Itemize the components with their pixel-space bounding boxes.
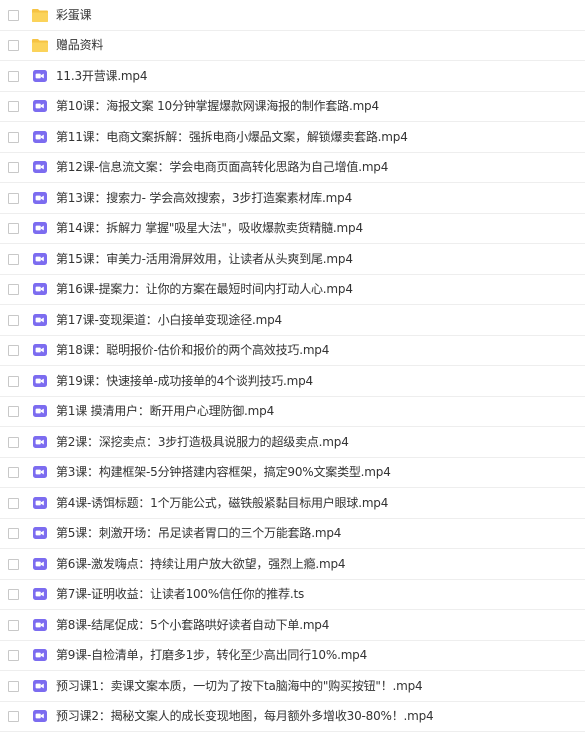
file-row[interactable]: 第16课-提案力：让你的方案在最短时间内打动人心.mp4 [0, 275, 585, 305]
file-row[interactable]: 11.3开营课.mp4 [0, 61, 585, 92]
row-checkbox[interactable] [8, 406, 19, 418]
file-row[interactable]: 预习课2：揭秘文案人的成长变现地图，每月额外多增收30-80%！.mp4 [0, 702, 585, 732]
file-row[interactable]: 第10课：海报文案 10分钟掌握爆款网课海报的制作套路.mp4 [0, 92, 585, 122]
file-row[interactable]: 第13课：搜索力- 学会高效搜索，3步打造案素材库.mp4 [0, 183, 585, 214]
video-file-icon [31, 68, 49, 84]
file-row[interactable]: 第9课-自检清单，打磨多1步，转化至少高出同行10%.mp4 [0, 641, 585, 671]
row-checkbox[interactable] [8, 589, 19, 601]
video-file-icon [31, 678, 49, 694]
file-name[interactable]: 赠品资料 [56, 37, 103, 53]
video-file-icon [31, 586, 49, 602]
file-name[interactable]: 第2课：深挖卖点：3步打造极具说服力的超级卖点.mp4 [56, 434, 349, 450]
file-name[interactable]: 第15课：审美力-活用滑屏效用，让读者从头爽到尾.mp4 [56, 251, 353, 267]
file-row[interactable]: 第3课：构建框架-5分钟搭建内容框架，搞定90%文案类型.mp4 [0, 458, 585, 488]
file-name[interactable]: 第3课：构建框架-5分钟搭建内容框架，搞定90%文案类型.mp4 [56, 464, 391, 480]
video-file-icon [31, 159, 49, 175]
video-file-icon [31, 129, 49, 145]
file-row[interactable]: 第4课-诱饵标题：1个万能公式，磁铁般紧黏目标用户眼球.mp4 [0, 488, 585, 519]
video-file-icon [31, 98, 49, 114]
file-name[interactable]: 第18课：聪明报价-估价和报价的两个高效技巧.mp4 [56, 342, 329, 358]
file-row[interactable]: 预习课1：卖课文案本质，一切为了按下ta脑海中的"购买按钮"！.mp4 [0, 671, 585, 702]
file-name[interactable]: 第16课-提案力：让你的方案在最短时间内打动人心.mp4 [56, 281, 353, 297]
row-checkbox[interactable] [8, 497, 19, 509]
file-name[interactable]: 第9课-自检清单，打磨多1步，转化至少高出同行10%.mp4 [56, 647, 367, 663]
file-name[interactable]: 11.3开营课.mp4 [56, 68, 147, 84]
video-file-icon [31, 312, 49, 328]
file-name[interactable]: 第12课-信息流文案：学会电商页面高转化思路为自己增值.mp4 [56, 159, 388, 175]
video-file-icon [31, 434, 49, 450]
file-row[interactable]: 第17课-变现渠道：小白接单变现途径.mp4 [0, 305, 585, 336]
video-file-icon [31, 556, 49, 572]
file-name[interactable]: 第8课-结尾促成：5个小套路哄好读者自动下单.mp4 [56, 617, 329, 633]
row-checkbox[interactable] [8, 131, 19, 143]
file-name[interactable]: 第1课 摸清用户：断开用户心理防御.mp4 [56, 403, 274, 419]
file-name[interactable]: 第10课：海报文案 10分钟掌握爆款网课海报的制作套路.mp4 [56, 98, 379, 114]
file-name[interactable]: 预习课2：揭秘文案人的成长变现地图，每月额外多增收30-80%！.mp4 [56, 708, 434, 724]
file-row[interactable]: 第6课-激发嗨点：持续让用户放大欲望，强烈上瘾.mp4 [0, 549, 585, 580]
video-file-icon [31, 464, 49, 480]
video-file-icon [31, 647, 49, 663]
file-name[interactable]: 第19课：快速接单-成功接单的4个谈判技巧.mp4 [56, 373, 313, 389]
file-name[interactable]: 预习课1：卖课文案本质，一切为了按下ta脑海中的"购买按钮"！.mp4 [56, 678, 423, 694]
file-row[interactable]: 第15课：审美力-活用滑屏效用，让读者从头爽到尾.mp4 [0, 244, 585, 275]
row-checkbox[interactable] [8, 375, 19, 387]
video-file-icon [31, 281, 49, 297]
row-checkbox[interactable] [8, 101, 19, 113]
row-checkbox[interactable] [8, 528, 19, 540]
video-file-icon [31, 342, 49, 358]
video-file-icon [31, 708, 49, 724]
row-checkbox[interactable] [8, 192, 19, 204]
video-file-icon [31, 220, 49, 236]
row-checkbox[interactable] [8, 162, 19, 174]
row-checkbox[interactable] [8, 436, 19, 448]
file-name[interactable]: 第13课：搜索力- 学会高效搜索，3步打造案素材库.mp4 [56, 190, 352, 206]
file-row[interactable]: 第18课：聪明报价-估价和报价的两个高效技巧.mp4 [0, 336, 585, 366]
row-checkbox[interactable] [8, 70, 19, 82]
file-row[interactable]: 第14课：拆解力 掌握"吸星大法"，吸收爆款卖货精髓.mp4 [0, 214, 585, 244]
file-row[interactable]: 第1课 摸清用户：断开用户心理防御.mp4 [0, 397, 585, 427]
file-row[interactable]: 第5课：刺激开场：吊足读者胃口的三个万能套路.mp4 [0, 519, 585, 549]
file-row[interactable]: 第11课：电商文案拆解：强拆电商小爆品文案，解锁爆卖套路.mp4 [0, 122, 585, 153]
file-row[interactable]: 第7课-证明收益：让读者100%信任你的推荐.ts [0, 580, 585, 610]
video-file-icon [31, 373, 49, 389]
row-checkbox[interactable] [8, 467, 19, 479]
row-checkbox[interactable] [8, 223, 19, 235]
row-checkbox[interactable] [8, 650, 19, 662]
row-checkbox[interactable] [8, 9, 19, 21]
file-row[interactable]: 第19课：快速接单-成功接单的4个谈判技巧.mp4 [0, 366, 585, 397]
file-name[interactable]: 第14课：拆解力 掌握"吸星大法"，吸收爆款卖货精髓.mp4 [56, 220, 363, 236]
row-checkbox[interactable] [8, 253, 19, 265]
row-checkbox[interactable] [8, 558, 19, 570]
folder-row[interactable]: 彩蛋课 [0, 0, 585, 31]
file-name[interactable]: 第17课-变现渠道：小白接单变现途径.mp4 [56, 312, 282, 328]
file-name[interactable]: 第5课：刺激开场：吊足读者胃口的三个万能套路.mp4 [56, 525, 341, 541]
file-list: 彩蛋课赠品资料 11.3开营课.mp4 第10课：海报文案 10分钟掌握爆款网课海报… [0, 0, 585, 732]
row-checkbox[interactable] [8, 711, 19, 723]
folder-icon [31, 7, 49, 23]
video-file-icon [31, 617, 49, 633]
video-file-icon [31, 190, 49, 206]
file-name[interactable]: 彩蛋课 [56, 7, 92, 23]
file-name[interactable]: 第11课：电商文案拆解：强拆电商小爆品文案，解锁爆卖套路.mp4 [56, 129, 408, 145]
file-name[interactable]: 第6课-激发嗨点：持续让用户放大欲望，强烈上瘾.mp4 [56, 556, 346, 572]
row-checkbox[interactable] [8, 680, 19, 692]
row-checkbox[interactable] [8, 284, 19, 296]
folder-icon [31, 37, 49, 53]
video-file-icon [31, 251, 49, 267]
video-file-icon [31, 495, 49, 511]
video-file-icon [31, 525, 49, 541]
file-row[interactable]: 第8课-结尾促成：5个小套路哄好读者自动下单.mp4 [0, 610, 585, 641]
video-file-icon [31, 403, 49, 419]
file-name[interactable]: 第7课-证明收益：让读者100%信任你的推荐.ts [56, 586, 304, 602]
file-row[interactable]: 第2课：深挖卖点：3步打造极具说服力的超级卖点.mp4 [0, 427, 585, 458]
file-row[interactable]: 第12课-信息流文案：学会电商页面高转化思路为自己增值.mp4 [0, 153, 585, 183]
row-checkbox[interactable] [8, 345, 19, 357]
folder-row[interactable]: 赠品资料 [0, 31, 585, 61]
file-name[interactable]: 第4课-诱饵标题：1个万能公式，磁铁般紧黏目标用户眼球.mp4 [56, 495, 388, 511]
row-checkbox[interactable] [8, 40, 19, 52]
row-checkbox[interactable] [8, 619, 19, 631]
row-checkbox[interactable] [8, 314, 19, 326]
